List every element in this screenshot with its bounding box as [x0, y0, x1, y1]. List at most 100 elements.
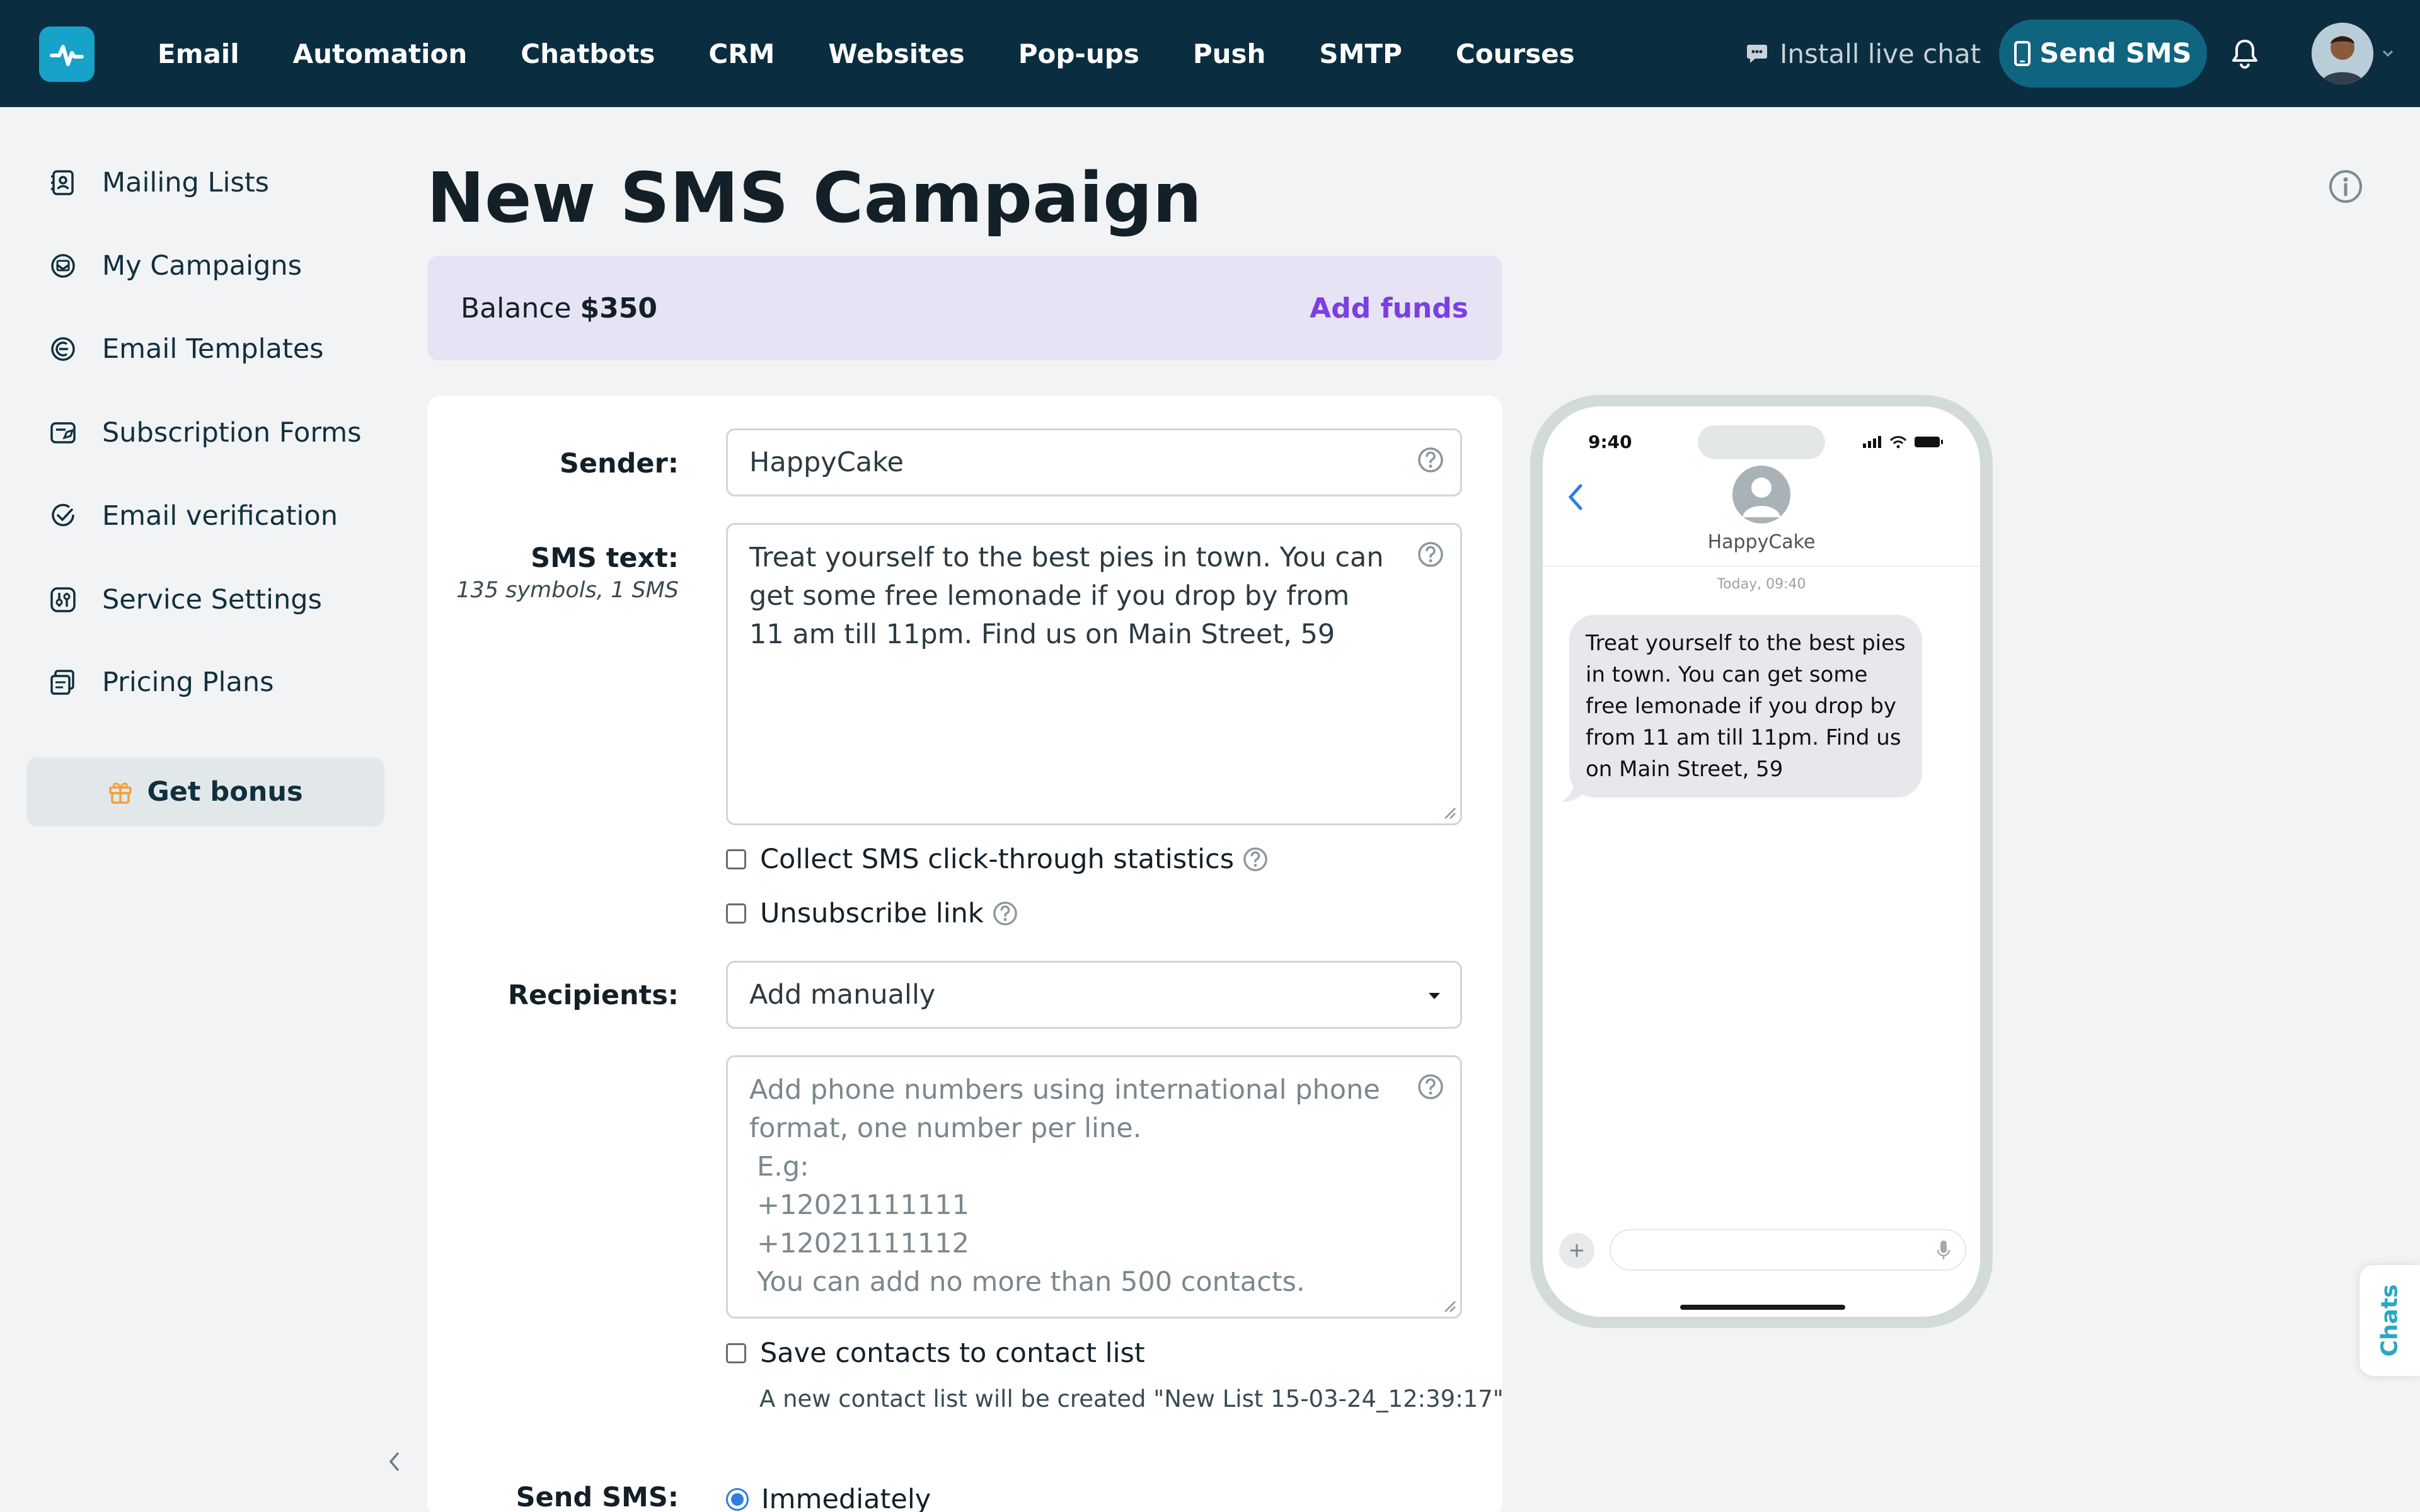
recipients-label: Recipients: [507, 980, 679, 1011]
unsubscribe-checkbox[interactable] [726, 903, 746, 924]
collect-stats-checkbox-row[interactable]: Collect SMS click-through statistics [726, 842, 1268, 877]
person-icon [1743, 478, 1780, 517]
nav-popups[interactable]: Pop-ups [1018, 38, 1139, 69]
nav-smtp[interactable]: SMTP [1319, 38, 1402, 69]
question-circle-icon [1418, 447, 1443, 472]
nav-courses[interactable]: Courses [1456, 38, 1575, 69]
question-circle-icon [993, 902, 1017, 925]
chat-bubble-icon [1747, 45, 1767, 63]
nav-crm[interactable]: CRM [708, 38, 775, 69]
pulse-logo-icon [50, 45, 84, 66]
sidebar-item-my-campaigns[interactable]: My Campaigns [49, 244, 302, 288]
app-logo[interactable] [39, 26, 95, 82]
collapse-sidebar-button[interactable] [387, 1450, 402, 1475]
collect-stats-label: Collect SMS click-through statistics [760, 844, 1235, 875]
attach-button[interactable] [1559, 1233, 1594, 1268]
help-icon[interactable] [993, 901, 1018, 926]
sidebar-item-service-settings[interactable]: Service Settings [49, 578, 322, 622]
recipients-value: Add manually [749, 979, 936, 1011]
help-icon[interactable] [1417, 541, 1444, 570]
campaigns-icon [51, 254, 75, 278]
main-nav: Email Automation Chatbots CRM Websites P… [158, 0, 1628, 107]
send-immediately-radio[interactable] [726, 1488, 749, 1511]
send-sms-label: Send SMS: [516, 1482, 679, 1512]
placeholder-line: +12021111111 [757, 1189, 969, 1221]
message-input[interactable] [1610, 1229, 1966, 1271]
info-icon [2329, 170, 2362, 203]
save-contacts-checkbox[interactable] [726, 1343, 746, 1363]
resize-handle-icon[interactable] [1443, 1299, 1456, 1313]
contact-name: HappyCake [1707, 531, 1816, 553]
info-button[interactable] [2328, 169, 2363, 207]
templates-icon [51, 337, 75, 361]
bell-icon [2232, 40, 2257, 69]
sms-text-meta: 135 symbols, 1 SMS [456, 578, 679, 603]
sidebar-item-label: Pricing Plans [102, 667, 274, 698]
send-immediately-label: Immediately [761, 1484, 931, 1512]
settings-icon [50, 587, 76, 612]
nav-automation[interactable]: Automation [293, 38, 468, 69]
sms-campaign-form: Sender: HappyCake SMS text: 135 symbols,… [427, 396, 1504, 1512]
install-live-chat-link[interactable]: Install live chat [1746, 34, 1981, 73]
unsubscribe-checkbox-row[interactable]: Unsubscribe link [726, 896, 1018, 931]
nav-push[interactable]: Push [1193, 38, 1266, 69]
send-immediately-option[interactable]: Immediately [726, 1482, 931, 1512]
sidebar-item-label: Email verification [102, 500, 338, 532]
balance-label: Balance $350 [461, 292, 657, 324]
resize-handle-icon[interactable] [1443, 806, 1456, 820]
microphone-icon[interactable] [1936, 1239, 1951, 1263]
sidebar: Mailing Lists My Campaigns Email Templat… [0, 107, 403, 1512]
balance-banner: Balance $350 Add funds [427, 256, 1502, 360]
sms-text-value: Treat yourself to the best pies in town.… [749, 542, 1384, 650]
sidebar-item-mailing-lists[interactable]: Mailing Lists [49, 161, 269, 205]
contact-avatar [1732, 466, 1790, 524]
nav-websites[interactable]: Websites [828, 38, 964, 69]
phone-numbers-placeholder: Add phone numbers using international ph… [749, 1071, 1417, 1302]
install-live-chat-label: Install live chat [1780, 38, 1981, 69]
sidebar-item-email-templates[interactable]: Email Templates [49, 327, 324, 371]
balance-text: Balance [461, 292, 572, 324]
sidebar-item-subscription-forms[interactable]: Subscription Forms [49, 411, 362, 455]
collect-stats-checkbox[interactable] [726, 849, 746, 869]
verification-icon [52, 503, 74, 527]
user-menu[interactable] [2312, 23, 2394, 84]
question-circle-icon [1418, 1074, 1443, 1099]
bubble-tail [1562, 781, 1584, 802]
send-sms-button[interactable]: Send SMS [1999, 20, 2207, 88]
notifications-button[interactable] [2231, 38, 2259, 72]
help-icon[interactable] [1417, 1074, 1444, 1102]
sidebar-item-email-verification[interactable]: Email verification [49, 494, 338, 538]
caret-down-icon [1429, 993, 1440, 999]
status-bar-icons [1863, 436, 1943, 449]
help-icon[interactable] [1417, 447, 1444, 476]
message-bubble: Treat yourself to the best pies in town.… [1569, 615, 1922, 798]
placeholder-line: +12021111112 [757, 1228, 969, 1259]
placeholder-line: Add phone numbers using international ph… [749, 1074, 1380, 1144]
sms-text-label: SMS text: [531, 542, 679, 574]
home-indicator [1680, 1305, 1845, 1310]
help-icon[interactable] [1243, 847, 1268, 872]
mobile-phone-icon [2014, 41, 2031, 66]
nav-chatbots[interactable]: Chatbots [521, 38, 655, 69]
recipients-select[interactable]: Add manually [726, 961, 1462, 1029]
back-chevron-icon[interactable] [1565, 482, 1584, 512]
save-contacts-checkbox-row[interactable]: Save contacts to contact list [726, 1336, 1145, 1371]
sender-label: Sender: [559, 448, 679, 479]
sidebar-item-label: Mailing Lists [102, 167, 270, 198]
nav-email[interactable]: Email [158, 38, 239, 69]
sidebar-item-label: Service Settings [102, 584, 322, 616]
phone-numbers-textarea[interactable]: Add phone numbers using international ph… [726, 1055, 1462, 1319]
get-bonus-label: Get bonus [147, 776, 303, 808]
add-funds-link[interactable]: Add funds [1310, 292, 1468, 324]
get-bonus-button[interactable]: Get bonus [26, 757, 384, 827]
sender-field[interactable]: HappyCake [726, 428, 1462, 496]
avatar [2312, 23, 2373, 84]
chats-side-tab[interactable]: Chats [2360, 1265, 2420, 1376]
mailing-lists-icon [51, 170, 74, 195]
chevron-left-icon [389, 1452, 400, 1472]
placeholder-line: E.g: [757, 1151, 809, 1183]
sidebar-item-pricing-plans[interactable]: Pricing Plans [49, 660, 274, 704]
divider [1543, 566, 1980, 567]
pricing-icon [50, 670, 74, 695]
sms-text-area[interactable]: Treat yourself to the best pies in town.… [726, 523, 1462, 825]
